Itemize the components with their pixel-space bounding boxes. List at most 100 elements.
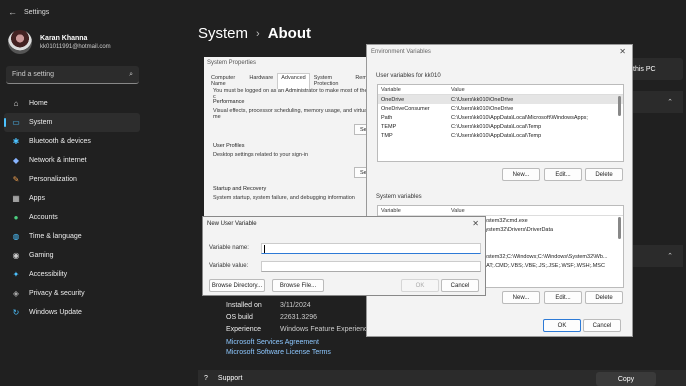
sidebar-item-accessibility[interactable]: ✦ Accessibility	[4, 265, 140, 284]
page-title: About	[267, 25, 312, 42]
sidebar-item-label: Time & language	[29, 233, 82, 240]
sidebar-item-home[interactable]: ⌂ Home	[4, 94, 140, 113]
user-delete-button[interactable]: Delete	[585, 168, 623, 181]
table-row[interactable]: TMP C:\Users\kk010\AppData\Local\Temp	[378, 131, 623, 140]
table-row[interactable]: OneDriveConsumer C:\Users\kk010\OneDrive	[378, 104, 623, 113]
search-icon: ⌕	[129, 70, 133, 78]
dialog-title: Environment Variables	[371, 49, 431, 55]
sidebar-item-label: Gaming	[29, 252, 54, 259]
sidebar-item-label: Bluetooth & devices	[29, 138, 91, 145]
accessibility-icon: ✦	[12, 270, 20, 279]
value-cell: C:\Users\kk010\AppData\Local\Microsoft\W…	[451, 114, 588, 121]
profile-email: kk01011991@hotmail.com	[40, 43, 111, 50]
device-specs-expander[interactable]: ⌃	[628, 91, 683, 113]
variable-cell: TMP	[381, 132, 393, 139]
variable-name-label: Variable name:	[209, 245, 249, 251]
spec-installed-on: Installed on 3/11/2024	[226, 302, 311, 309]
text-caret	[264, 245, 265, 253]
table-row[interactable]: Path C:\Users\kk010\AppData\Local\Microso…	[378, 113, 623, 122]
tab-strip: Computer Name Hardware Advanced System Prot…	[207, 73, 374, 89]
system-new-button[interactable]: New...	[502, 291, 540, 304]
update-icon: ↻	[12, 308, 20, 317]
sidebar-item-label: Accounts	[29, 214, 58, 221]
table-row[interactable]: TEMP C:\Users\kk010\AppData\Local\Temp	[378, 122, 623, 131]
dialog-title: New User Variable	[207, 221, 257, 227]
ok-button[interactable]: OK	[401, 279, 439, 292]
dialog-title: System Properties	[207, 60, 257, 66]
services-agreement-link[interactable]: Microsoft Services Agreement	[226, 339, 319, 346]
browse-file-button[interactable]: Browse File...	[272, 279, 324, 292]
breadcrumb-parent[interactable]: System	[198, 25, 248, 42]
sidebar-item-gaming[interactable]: ◉ Gaming	[4, 246, 140, 265]
sidebar-item-label: Apps	[29, 195, 45, 202]
monitor-icon: ▭	[12, 118, 20, 127]
chevron-up-icon: ⌃	[667, 99, 673, 106]
variable-cell: OneDrive	[381, 96, 405, 103]
sidebar-item-label: Windows Update	[29, 309, 82, 316]
sidebar-item-bluetooth-devices[interactable]: ✱ Bluetooth & devices	[4, 132, 140, 151]
back-arrow-icon[interactable]: ←	[8, 7, 17, 17]
sidebar-item-personalization[interactable]: ✎ Personalization	[4, 170, 140, 189]
sidebar-item-label: Home	[29, 100, 48, 107]
variable-name-input[interactable]	[261, 243, 481, 254]
sidebar-item-accounts[interactable]: ● Accounts	[4, 208, 140, 227]
support-section[interactable]: ? Support Copy	[198, 370, 686, 386]
chevron-up-icon: ⌃	[667, 253, 673, 260]
sidebar-item-system[interactable]: ▭ System	[4, 113, 140, 132]
system-edit-button[interactable]: Edit...	[544, 291, 582, 304]
table-row[interactable]: OneDrive C:\Users\kk010\OneDrive	[378, 95, 623, 104]
user-variables-label: User variables for kk010	[376, 73, 441, 79]
user-edit-button[interactable]: Edit...	[544, 168, 582, 181]
tab-computer-name[interactable]: Computer Name	[207, 73, 245, 89]
value-cell: C:\Users\kk010\AppData\Local\Temp	[451, 123, 542, 130]
scrollbar[interactable]	[618, 96, 621, 116]
user-new-button[interactable]: New...	[502, 168, 540, 181]
profile-card[interactable]: Karan Khanna kk01011991@hotmail.com	[8, 30, 111, 54]
variable-value-label: Variable value:	[209, 263, 249, 269]
wifi-icon: ◆	[12, 156, 20, 165]
shield-icon: ◈	[12, 289, 20, 298]
avatar	[8, 30, 32, 54]
tab-hardware[interactable]: Hardware	[245, 73, 277, 89]
new-user-variable-dialog: New User Variable ✕ Variable name: Varia…	[202, 216, 486, 296]
sidebar-item-network-internet[interactable]: ◆ Network & internet	[4, 151, 140, 170]
support-label: Support	[217, 374, 243, 382]
ok-button[interactable]: OK	[543, 319, 581, 332]
table-header: Variable Value	[378, 85, 623, 95]
variable-cell: TEMP	[381, 123, 397, 130]
cancel-button[interactable]: Cancel	[441, 279, 479, 292]
value-cell: C:\Users\kk010\OneDrive	[451, 105, 514, 112]
home-icon: ⌂	[13, 99, 19, 108]
tab-system-protection[interactable]: System Protection	[310, 73, 352, 89]
sidebar-item-privacy-security[interactable]: ◈ Privacy & security	[4, 284, 140, 303]
variable-cell: OneDriveConsumer	[381, 105, 430, 112]
titlebar: ← Settings	[0, 0, 686, 24]
search-input[interactable]: Find a setting ⌕	[6, 66, 139, 84]
cancel-button[interactable]: Cancel	[583, 319, 621, 332]
bluetooth-icon: ✱	[12, 137, 20, 146]
gamepad-icon: ◉	[12, 251, 20, 260]
sidebar: Karan Khanna kk01011991@hotmail.com Find…	[0, 24, 150, 386]
sidebar-item-label: Privacy & security	[29, 290, 85, 297]
system-delete-button[interactable]: Delete	[585, 291, 623, 304]
spec-experience: Experience Windows Feature Experience	[226, 326, 372, 333]
sidebar-item-label: System	[29, 119, 53, 126]
windows-specs-expander[interactable]: ⌃	[628, 245, 683, 267]
sidebar-item-label: Accessibility	[29, 271, 68, 278]
variable-value-input[interactable]	[261, 261, 481, 272]
copy-button[interactable]: Copy	[596, 372, 656, 386]
scrollbar[interactable]	[618, 217, 621, 239]
tab-advanced[interactable]: Advanced	[277, 73, 310, 89]
chevron-right-icon: ›	[256, 27, 260, 40]
profile-name: Karan Khanna	[40, 34, 88, 42]
sidebar-item-windows-update[interactable]: ↻ Windows Update	[4, 303, 140, 322]
help-icon: ?	[204, 374, 208, 382]
close-icon[interactable]: ✕	[472, 219, 479, 228]
browse-directory-button[interactable]: Browse Directory...	[209, 279, 265, 292]
sidebar-item-time-language[interactable]: ◍ Time & language	[4, 227, 140, 246]
close-icon[interactable]: ✕	[619, 47, 626, 56]
sidebar-item-apps[interactable]: ▦ Apps	[4, 189, 140, 208]
startup-recovery-group: Startup and Recovery System startup, sys…	[213, 186, 355, 201]
globe-icon: ◍	[12, 232, 20, 241]
license-terms-link[interactable]: Microsoft Software License Terms	[226, 349, 331, 356]
